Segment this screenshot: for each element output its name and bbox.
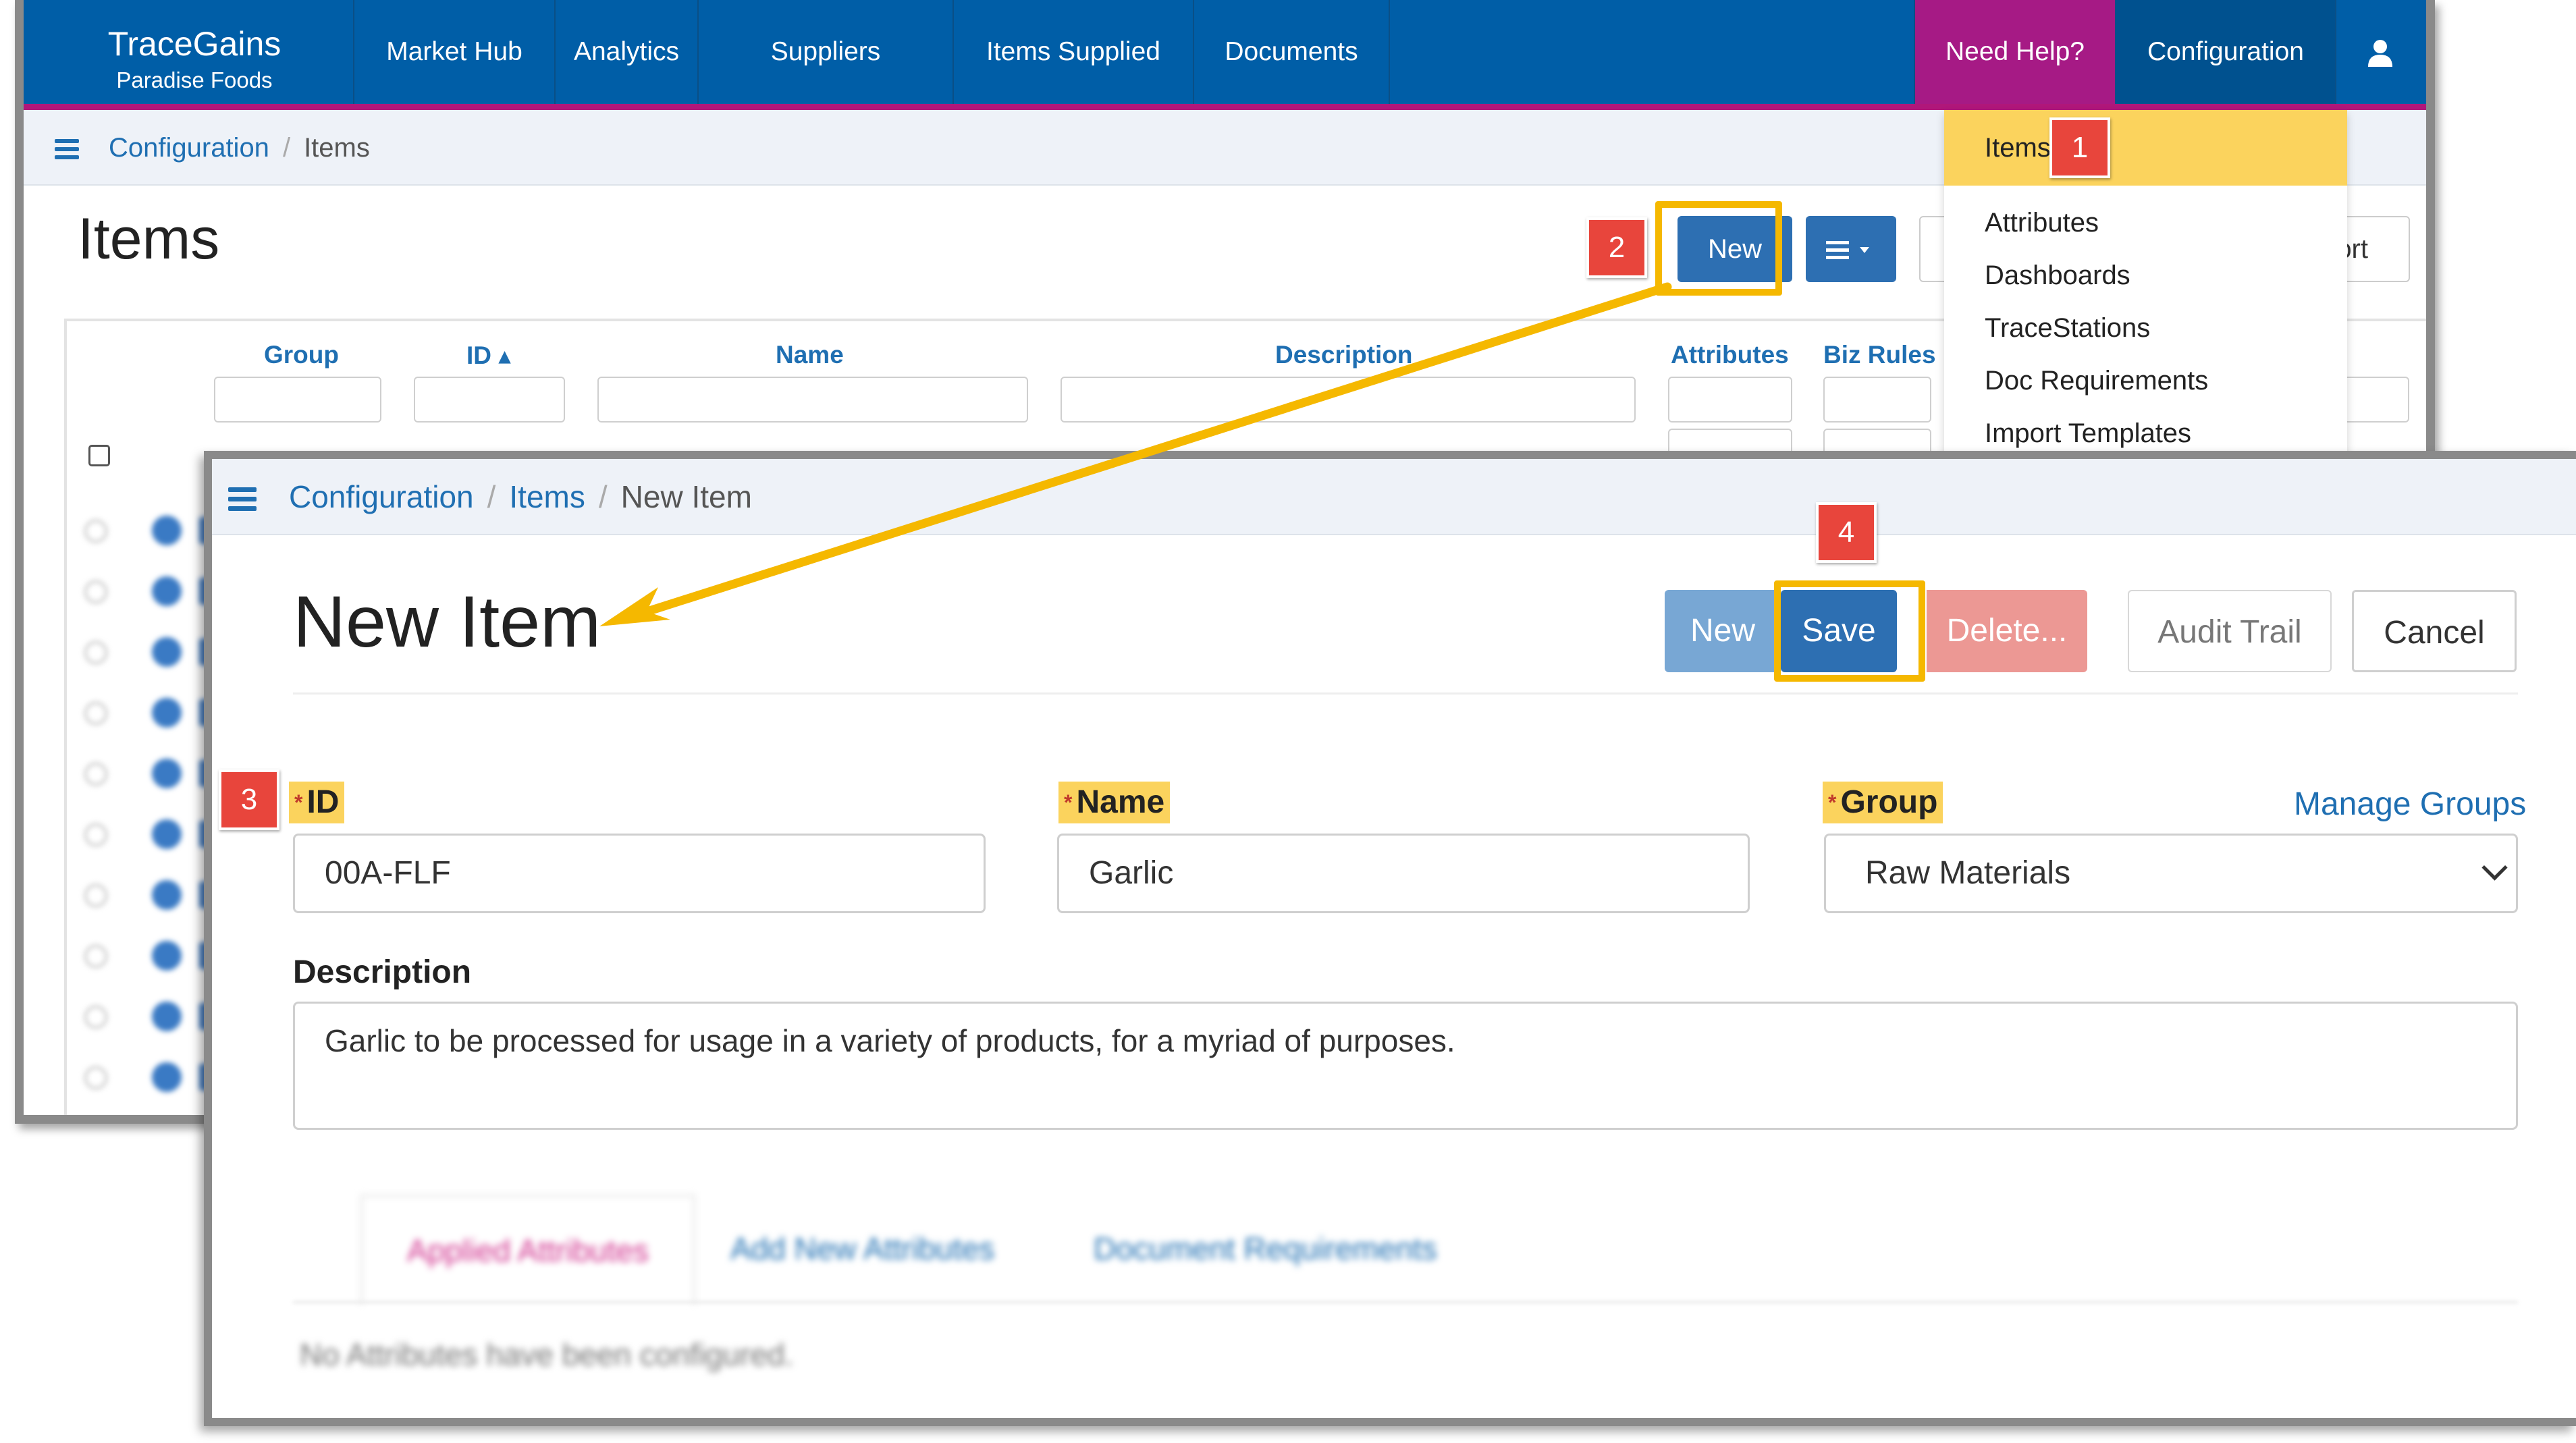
annotation-arrow [599,282,1672,626]
